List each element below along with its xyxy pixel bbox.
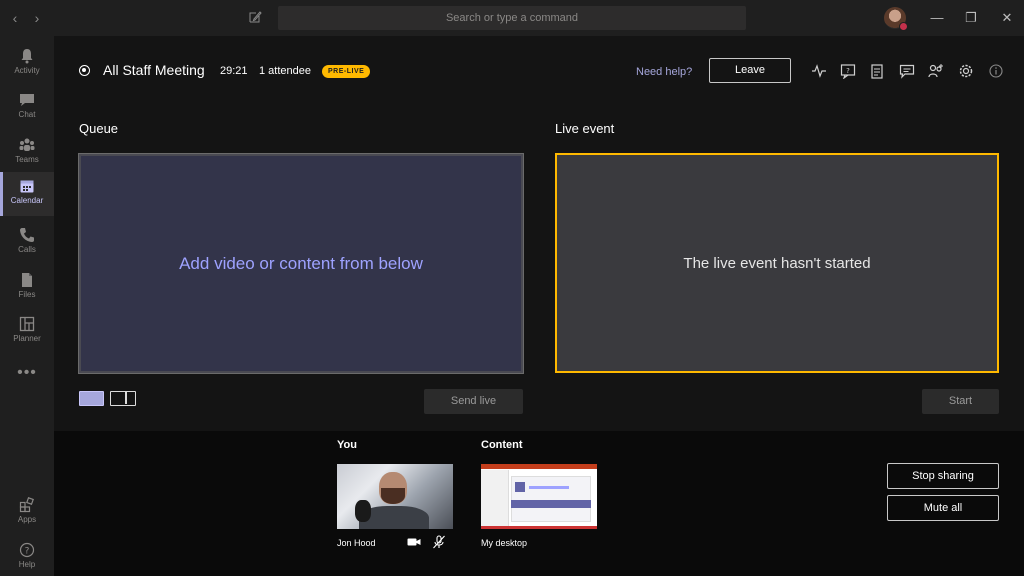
status-badge: PRE-LIVE xyxy=(322,65,371,78)
live-event-producer-view: All Staff Meeting 29:21 1 attendee PRE-L… xyxy=(54,36,1024,576)
broadcast-icon xyxy=(79,65,90,76)
rail-item-apps[interactable]: Apps xyxy=(0,491,54,535)
rail-label: Files xyxy=(18,290,36,299)
stop-sharing-button[interactable]: Stop sharing xyxy=(887,463,999,489)
chat-icon xyxy=(20,94,34,106)
live-event-status: The live event hasn't started xyxy=(683,254,871,272)
rail-label: Chat xyxy=(18,110,36,119)
mic-muted-icon[interactable] xyxy=(432,535,446,549)
rail-item-activity[interactable]: Activity xyxy=(0,42,54,86)
rail-label: Calls xyxy=(18,245,36,254)
send-live-button[interactable]: Send live xyxy=(424,389,523,414)
slide-band xyxy=(511,500,591,508)
bell-icon xyxy=(21,49,33,64)
single-layout-button[interactable] xyxy=(79,391,104,406)
you-label: You xyxy=(337,439,357,451)
title-bar: ‹ › Search or type a command — ❐ ✕ xyxy=(0,0,1024,36)
person-beard xyxy=(381,488,405,504)
teams-logo-icon xyxy=(515,482,525,492)
compose-icon[interactable] xyxy=(248,10,262,24)
svg-text:?: ? xyxy=(846,67,850,75)
chat-icon[interactable] xyxy=(899,63,915,79)
planner-icon xyxy=(19,316,35,332)
rail-item-teams[interactable]: Teams xyxy=(0,131,54,175)
rail-item-calls[interactable]: Calls xyxy=(0,221,54,265)
queue-placeholder: Add video or content from below xyxy=(179,253,423,273)
microphone-prop xyxy=(355,500,371,522)
maximize-button[interactable]: ❐ xyxy=(961,8,981,28)
meeting-notes-icon[interactable] xyxy=(869,63,885,79)
need-help-link[interactable]: Need help? xyxy=(636,66,692,78)
slide-pane xyxy=(481,470,509,526)
content-label: Content xyxy=(481,439,523,451)
calendar-icon xyxy=(20,180,34,193)
attendee-count: 1 attendee xyxy=(259,65,311,77)
source-tray: You Content Jon Hood My desktop Stop sha… xyxy=(54,431,1024,576)
teams-live-event-window: ‹ › Search or type a command — ❐ ✕ Activ… xyxy=(0,0,1024,576)
search-input[interactable]: Search or type a command xyxy=(278,6,746,30)
more-apps-button[interactable]: ••• xyxy=(0,364,54,382)
help-icon: ? xyxy=(19,542,35,558)
profile-avatar[interactable] xyxy=(884,7,908,31)
info-icon[interactable] xyxy=(988,63,1004,79)
camera-video-thumbnail[interactable] xyxy=(337,464,453,529)
close-button[interactable]: ✕ xyxy=(997,8,1017,28)
split-layout-button[interactable] xyxy=(110,391,136,406)
rail-label: Teams xyxy=(15,155,39,164)
live-event-preview: The live event hasn't started xyxy=(555,153,999,373)
svg-text:?: ? xyxy=(25,547,30,557)
video-camera-icon[interactable] xyxy=(407,536,421,548)
apps-icon xyxy=(19,497,34,513)
rail-item-calendar[interactable]: Calendar xyxy=(0,172,54,216)
content-source-name: My desktop xyxy=(481,538,528,548)
back-button[interactable]: ‹ xyxy=(8,10,22,26)
health-monitor-icon[interactable] xyxy=(811,63,827,79)
live-event-label: Live event xyxy=(555,121,615,136)
mute-all-button[interactable]: Mute all xyxy=(887,495,999,521)
rail-label: Help xyxy=(18,560,36,569)
teams-icon xyxy=(19,138,35,151)
queue-label: Queue xyxy=(79,121,119,136)
meeting-title: All Staff Meeting xyxy=(103,62,205,78)
rail-item-help[interactable]: ? Help xyxy=(0,536,54,576)
rail-label: Calendar xyxy=(10,196,44,205)
app-ribbon xyxy=(481,464,597,469)
qa-icon[interactable]: ? xyxy=(840,63,856,79)
presence-busy-icon xyxy=(899,22,908,31)
desktop-content-thumbnail[interactable] xyxy=(481,464,597,529)
app-rail: Activity Chat Teams Calendar Calls Files… xyxy=(0,36,54,576)
rail-label: Activity xyxy=(14,66,40,75)
rail-label: Planner xyxy=(13,334,41,343)
meeting-timer: 29:21 xyxy=(220,65,248,77)
settings-gear-icon[interactable] xyxy=(958,63,974,79)
file-icon xyxy=(22,273,32,287)
rail-item-planner[interactable]: Planner xyxy=(0,310,54,354)
start-button[interactable]: Start xyxy=(922,389,999,414)
participants-icon[interactable] xyxy=(928,63,944,79)
rail-label: Apps xyxy=(17,515,37,524)
leave-button[interactable]: Leave xyxy=(709,58,791,83)
forward-button[interactable]: › xyxy=(30,10,44,26)
rail-item-files[interactable]: Files xyxy=(0,266,54,310)
phone-icon xyxy=(20,228,34,242)
queue-preview[interactable]: Add video or content from below xyxy=(78,153,524,374)
meeting-header: All Staff Meeting 29:21 1 attendee PRE-L… xyxy=(54,36,1024,106)
minimize-button[interactable]: — xyxy=(927,8,947,28)
slide-title-line xyxy=(529,486,569,489)
rail-item-chat[interactable]: Chat xyxy=(0,86,54,130)
presenter-name: Jon Hood xyxy=(337,538,376,548)
